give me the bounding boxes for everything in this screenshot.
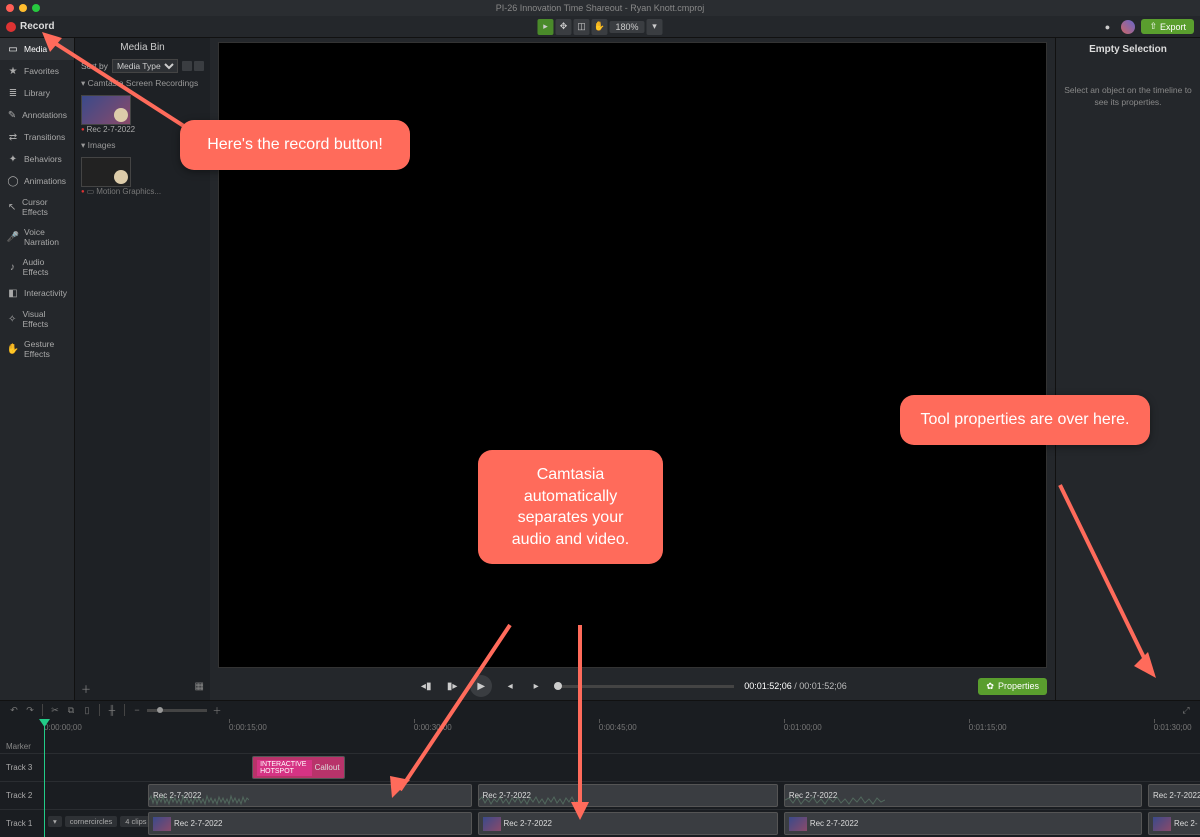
audio-clip[interactable]: Rec 2-7-2022 bbox=[1148, 784, 1200, 807]
tab-cursor-effects[interactable]: ↖Cursor Effects bbox=[0, 192, 74, 222]
mic-icon: 🎤 bbox=[7, 231, 19, 243]
tab-animations[interactable]: ◯Animations bbox=[0, 170, 74, 192]
annotation-separate: Camtasia automatically separates your au… bbox=[478, 450, 663, 564]
annotation-arrow-icon bbox=[380, 620, 540, 803]
clip-thumbnail bbox=[81, 157, 131, 187]
close-window-icon[interactable] bbox=[6, 4, 14, 12]
split-button[interactable]: ╫ bbox=[106, 704, 118, 716]
tab-audio-effects[interactable]: ♪Audio Effects bbox=[0, 252, 74, 282]
playback-bar: ◂▮ ▮▸ ▶ ◂ ▸ 00:01:52;06 / 00:01:52;06 ✿ … bbox=[210, 672, 1055, 700]
clip-thumbnail-icon bbox=[483, 817, 501, 831]
zoom-out-icon[interactable]: − bbox=[131, 704, 143, 716]
tab-voice-narration[interactable]: 🎤Voice Narration bbox=[0, 222, 74, 252]
tab-interactivity[interactable]: ◧Interactivity bbox=[0, 282, 74, 304]
transition-icon: ⇄ bbox=[7, 131, 19, 143]
interact-icon: ◧ bbox=[7, 287, 19, 299]
window-title: PI-26 Innovation Time Shareout - Ryan Kn… bbox=[496, 3, 705, 13]
properties-empty-message: Select an object on the timeline to see … bbox=[1062, 85, 1194, 109]
export-icon: ⇧ bbox=[1149, 21, 1157, 32]
pencil-icon: ✎ bbox=[7, 109, 17, 121]
properties-button[interactable]: ✿ Properties bbox=[978, 678, 1047, 695]
cursor-icon: ↖ bbox=[7, 201, 17, 213]
audio-clip[interactable]: Rec 2-7-2022 bbox=[784, 784, 1142, 807]
annotation-arrow-icon bbox=[40, 30, 200, 143]
media-bin-footer: ＋ ▦ bbox=[75, 677, 210, 700]
track1-group-toggle[interactable]: ▾ bbox=[48, 816, 62, 827]
move-tool-icon[interactable]: ✥ bbox=[555, 19, 571, 35]
zoom-dropdown-icon[interactable]: ▾ bbox=[647, 19, 663, 35]
canvas-tools: ▸ ✥ ◫ ✋ 180% ▾ bbox=[537, 19, 662, 35]
select-tool-icon[interactable]: ▸ bbox=[537, 19, 553, 35]
track1-group-name[interactable]: cornercircles bbox=[65, 816, 118, 827]
video-clip[interactable]: Rec 2-7-2022 bbox=[478, 812, 779, 835]
cut-button[interactable]: ✂ bbox=[49, 704, 61, 716]
zoom-level[interactable]: 180% bbox=[609, 21, 644, 33]
user-avatar[interactable] bbox=[1121, 20, 1135, 34]
timeline-ruler[interactable]: 0:00:00;00 0:00:15;00 0:00:30;00 0:00:45… bbox=[44, 719, 1200, 739]
callout-clip[interactable]: INTERACTIVE HOTSPOT Callout bbox=[252, 756, 344, 779]
tab-behaviors[interactable]: ✦Behaviors bbox=[0, 148, 74, 170]
hotspot-tag: INTERACTIVE HOTSPOT bbox=[257, 760, 312, 776]
zoom-in-icon[interactable]: ＋ bbox=[211, 704, 223, 716]
library-icon: ≣ bbox=[7, 87, 19, 99]
undo-button[interactable]: ↶ bbox=[8, 704, 20, 716]
grid-view-icon[interactable]: ▦ bbox=[195, 681, 204, 696]
playhead[interactable] bbox=[44, 719, 45, 837]
paste-button[interactable]: ▯ bbox=[81, 704, 93, 716]
annotation-arrow-icon bbox=[1050, 480, 1170, 683]
video-clip[interactable]: Rec 2- bbox=[1148, 812, 1200, 835]
export-label: Export bbox=[1160, 22, 1186, 32]
tab-gesture-effects[interactable]: ✋Gesture Effects bbox=[0, 334, 74, 364]
wand-icon: ✧ bbox=[7, 313, 17, 325]
hand-icon: ✋ bbox=[7, 343, 19, 355]
clip-caption: ▭ Motion Graphics... bbox=[81, 187, 204, 196]
sparkle-icon: ✦ bbox=[7, 153, 19, 165]
star-icon: ★ bbox=[7, 65, 19, 77]
titlebar: PI-26 Innovation Time Shareout - Ryan Kn… bbox=[0, 0, 1200, 16]
maximize-window-icon[interactable] bbox=[32, 4, 40, 12]
annotation-arrow-icon bbox=[565, 620, 605, 823]
export-button[interactable]: ⇧ Export bbox=[1141, 19, 1194, 34]
media-icon: ▭ bbox=[7, 43, 19, 55]
annotation-properties: Tool properties are over here. bbox=[900, 395, 1150, 445]
traffic-lights[interactable] bbox=[6, 4, 40, 12]
timecode-display: 00:01:52;06 / 00:01:52;06 bbox=[744, 681, 847, 692]
gear-icon: ✿ bbox=[986, 681, 994, 692]
crop-tool-icon[interactable]: ◫ bbox=[573, 19, 589, 35]
copy-button[interactable]: ⧉ bbox=[65, 704, 77, 716]
animation-icon: ◯ bbox=[7, 175, 19, 187]
clip-thumbnail-icon bbox=[1153, 817, 1171, 831]
video-clip[interactable]: Rec 2-7-2022 bbox=[148, 812, 472, 835]
track1-clip-count: 4 clips bbox=[120, 816, 151, 827]
add-media-button[interactable]: ＋ bbox=[81, 681, 91, 696]
redo-button[interactable]: ↷ bbox=[24, 704, 36, 716]
properties-title: Empty Selection bbox=[1062, 44, 1194, 55]
minimize-window-icon[interactable] bbox=[19, 4, 27, 12]
timeline-zoom-slider[interactable] bbox=[147, 709, 207, 712]
record-icon bbox=[6, 22, 16, 32]
speaker-icon: ♪ bbox=[7, 261, 18, 273]
tab-visual-effects[interactable]: ✧Visual Effects bbox=[0, 304, 74, 334]
annotation-record: Here's the record button! bbox=[180, 120, 410, 170]
detach-timeline-icon[interactable]: ⤢ bbox=[1180, 704, 1192, 716]
video-clip[interactable]: Rec 2-7-2022 bbox=[784, 812, 1142, 835]
clip-thumbnail-icon bbox=[789, 817, 807, 831]
clip-thumbnail-icon bbox=[153, 817, 171, 831]
hand-tool-icon[interactable]: ✋ bbox=[591, 19, 607, 35]
notification-icon[interactable]: ● bbox=[1099, 19, 1115, 35]
